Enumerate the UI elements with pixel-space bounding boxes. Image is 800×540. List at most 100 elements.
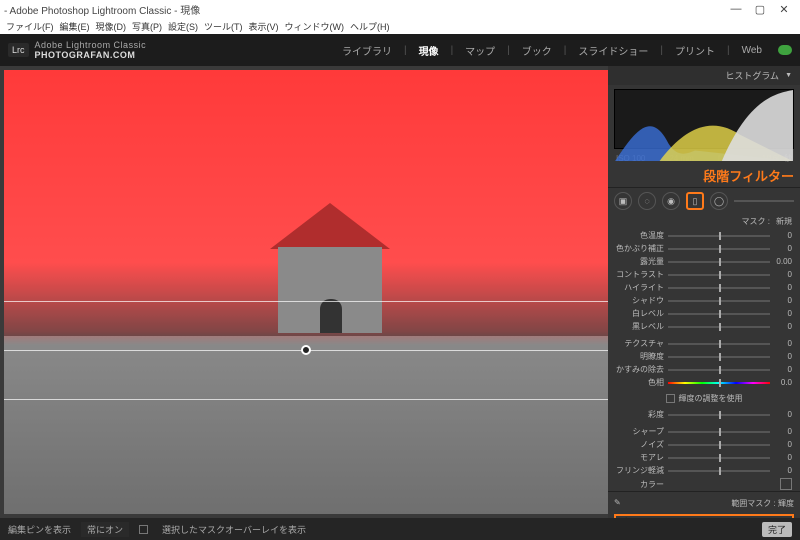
- done-button[interactable]: 完了: [762, 522, 792, 537]
- slider-value: 0: [774, 244, 792, 253]
- cloud-sync-icon[interactable]: [778, 45, 792, 55]
- overlay-checkbox[interactable]: [139, 525, 148, 534]
- develop-canvas[interactable]: [4, 70, 608, 514]
- minimize-icon[interactable]: —: [724, 3, 748, 15]
- gradient-line-top[interactable]: [4, 301, 608, 302]
- module-web[interactable]: Web: [740, 45, 764, 56]
- menu-settings[interactable]: 設定(S): [168, 20, 198, 33]
- right-panel: ヒストグラム ▼ ISO 100 24 mm f / 8.0 1/160 秒 段…: [608, 66, 800, 518]
- menu-develop[interactable]: 現像(D): [96, 20, 127, 33]
- slider-track[interactable]: [668, 274, 770, 276]
- graduated-filter-tool-icon[interactable]: ▯: [686, 192, 704, 210]
- slider-value: 0: [774, 440, 792, 449]
- slider-track[interactable]: [668, 431, 770, 433]
- slider-value: 0: [774, 296, 792, 305]
- menu-file[interactable]: ファイル(F): [6, 20, 54, 33]
- slider-track[interactable]: [668, 343, 770, 345]
- slider-value: 0: [774, 453, 792, 462]
- hue-value: 0.0: [774, 378, 792, 387]
- slider-label: フリンジ軽減: [616, 465, 664, 476]
- slider-label: 黒レベル: [616, 321, 664, 332]
- radial-filter-tool-icon[interactable]: ◯: [710, 192, 728, 210]
- slider-track[interactable]: [668, 235, 770, 237]
- close-icon[interactable]: ✕: [772, 3, 796, 16]
- slider-label: コントラスト: [616, 269, 664, 280]
- slider-label: テクスチャ: [616, 338, 664, 349]
- slider-label: 明瞭度: [616, 351, 664, 362]
- menu-help[interactable]: ヘルプ(H): [350, 20, 390, 33]
- mask-new-button[interactable]: 新規: [776, 216, 792, 227]
- slider-track[interactable]: [668, 248, 770, 250]
- color-label: カラー: [616, 479, 664, 490]
- slider-label: 露光量: [616, 256, 664, 267]
- canvas-footer: 編集ピンを表示 常にオン 選択したマスクオーバーレイを表示 完了: [0, 518, 800, 540]
- histogram-header[interactable]: ヒストグラム ▼: [608, 66, 800, 85]
- tool-slider[interactable]: [734, 200, 794, 202]
- gradient-line-bottom[interactable]: [4, 399, 608, 400]
- image-subject: [270, 203, 390, 333]
- slider-track[interactable]: [668, 369, 770, 371]
- slider-track[interactable]: [668, 326, 770, 328]
- app-menubar: ファイル(F) 編集(E) 現像(D) 写真(P) 設定(S) ツール(T) 表…: [0, 18, 800, 34]
- slider-value: 0: [774, 466, 792, 475]
- slider-value: 0.00: [774, 257, 792, 266]
- slider-track[interactable]: [668, 300, 770, 302]
- gradient-pin-icon[interactable]: [301, 345, 311, 355]
- slider-label: シャープ: [616, 426, 664, 437]
- slider-label: ハイライト: [616, 282, 664, 293]
- slider-value: 0: [774, 365, 792, 374]
- menu-edit[interactable]: 編集(E): [60, 20, 90, 33]
- use-fine-checkbox[interactable]: [666, 394, 675, 403]
- module-map[interactable]: マップ: [463, 43, 497, 58]
- image-ground: [4, 336, 608, 514]
- window-titlebar: - Adobe Photoshop Lightroom Classic - 現像…: [0, 0, 800, 18]
- redeye-tool-icon[interactable]: ◉: [662, 192, 680, 210]
- slider-label: 色かぶり補正: [616, 243, 664, 254]
- range-mask-mode[interactable]: 輝度: [778, 499, 794, 508]
- use-fine-label: 輝度の調整を使用: [679, 393, 743, 404]
- module-library[interactable]: ライブラリ: [340, 43, 394, 58]
- pin-mode-select[interactable]: 常にオン: [81, 522, 129, 537]
- color-swatch[interactable]: [780, 478, 792, 490]
- saturation-slider[interactable]: [668, 414, 770, 416]
- slider-track[interactable]: [668, 356, 770, 358]
- slider-label: 白レベル: [616, 308, 664, 319]
- edit-pin-label: 編集ピンを表示: [8, 523, 71, 536]
- mask-label: マスク :: [742, 216, 770, 227]
- eyedropper-icon[interactable]: ✎: [614, 498, 621, 509]
- overlay-label: 選択したマスクオーバーレイを表示: [162, 523, 306, 536]
- slider-track[interactable]: [668, 313, 770, 315]
- module-picker: ライブラリ| 現像| マップ| ブック| スライドショー| プリント| Web: [340, 43, 792, 58]
- slider-track[interactable]: [668, 261, 770, 263]
- slider-value: 0: [774, 322, 792, 331]
- module-slideshow[interactable]: スライドショー: [576, 43, 650, 58]
- slider-value: 0: [774, 339, 792, 348]
- slider-track[interactable]: [668, 470, 770, 472]
- window-title: - Adobe Photoshop Lightroom Classic - 現像: [4, 2, 200, 17]
- menu-tools[interactable]: ツール(T): [204, 20, 243, 33]
- histogram-graph[interactable]: [614, 89, 794, 149]
- module-print[interactable]: プリント: [673, 43, 717, 58]
- module-book[interactable]: ブック: [520, 43, 554, 58]
- module-develop[interactable]: 現像: [417, 43, 441, 58]
- menu-view[interactable]: 表示(V): [249, 20, 279, 33]
- slider-value: 0: [774, 427, 792, 436]
- spot-tool-icon[interactable]: ◌: [638, 192, 656, 210]
- saturation-label: 彩度: [616, 409, 664, 420]
- slider-value: 0: [774, 283, 792, 292]
- saturation-value: 0: [774, 410, 792, 419]
- slider-track[interactable]: [668, 444, 770, 446]
- hue-slider[interactable]: [668, 382, 770, 384]
- menu-photo[interactable]: 写真(P): [132, 20, 162, 33]
- slider-label: モアレ: [616, 452, 664, 463]
- slider-value: 0: [774, 352, 792, 361]
- collapse-icon: ▼: [785, 72, 792, 79]
- crop-tool-icon[interactable]: ▣: [614, 192, 632, 210]
- brand-line2: PHOTOGRAFAN.COM: [35, 50, 147, 60]
- maximize-icon[interactable]: ▢: [748, 3, 772, 16]
- slider-track[interactable]: [668, 287, 770, 289]
- menu-window[interactable]: ウィンドウ(W): [285, 20, 345, 33]
- slider-track[interactable]: [668, 457, 770, 459]
- local-tools-row: ▣ ◌ ◉ ▯ ◯: [608, 187, 800, 214]
- app-logo-icon: Lrc: [8, 43, 29, 57]
